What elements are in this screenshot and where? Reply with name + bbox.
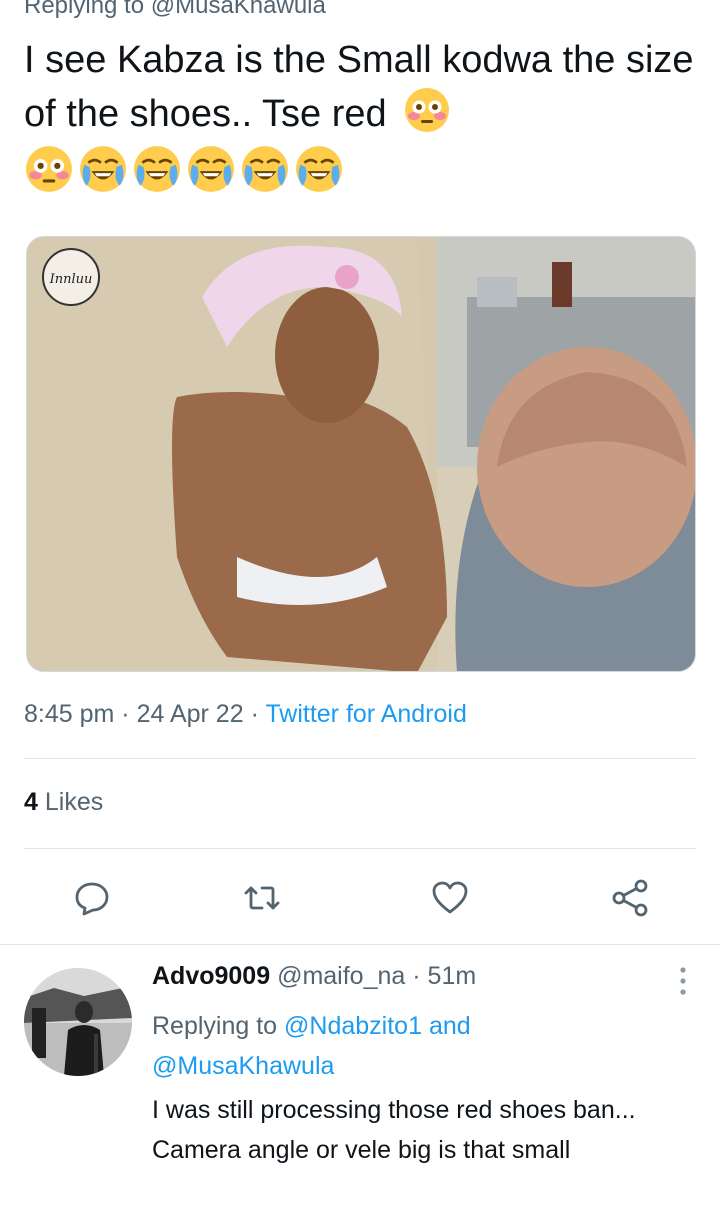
share-icon[interactable] — [610, 878, 650, 918]
likes-count[interactable]: 4 Likes — [24, 788, 103, 817]
loudly-crying-face-icon — [134, 146, 180, 192]
photo-illustration: Innluu — [27, 237, 695, 671]
divider — [24, 758, 696, 759]
reply-header: Advo9009 @maifo_na · 51m — [152, 962, 476, 991]
meta-separator: · — [121, 700, 130, 728]
replying-to-handle[interactable]: @MusaKhawula — [151, 0, 326, 19]
avatar-photo — [24, 968, 132, 1076]
tweet-meta: 8:45 pm · 24 Apr 22 · Twitter for Androi… — [24, 700, 467, 729]
tweet-time[interactable]: 8:45 pm — [24, 700, 114, 728]
flushed-face-icon — [26, 146, 72, 192]
tweet-text-body: I see Kabza is the Small kodwa the size … — [24, 39, 694, 135]
reply-time[interactable]: 51m — [428, 962, 477, 990]
reply-mention-2[interactable]: @MusaKhawula — [152, 1052, 334, 1080]
replying-to-prefix: Replying to — [24, 0, 151, 19]
action-bar — [0, 870, 720, 924]
tweet-text: I see Kabza is the Small kodwa the size … — [24, 34, 696, 140]
loudly-crying-face-icon — [296, 146, 342, 192]
tweet-media-photo[interactable]: Innluu — [26, 236, 696, 672]
reply-replying-prefix: Replying to — [152, 1012, 278, 1040]
divider — [0, 944, 720, 945]
reply-replying-to: Replying to @Ndabzito1 and @MusaKhawula — [152, 1006, 672, 1086]
emoji-row — [24, 144, 344, 194]
likes-number: 4 — [24, 788, 38, 816]
retweet-icon[interactable] — [242, 878, 282, 918]
media-watermark: Innluu — [49, 272, 93, 287]
reply-mention-1[interactable]: @Ndabzito1 — [284, 1012, 422, 1040]
loudly-crying-face-icon — [242, 146, 288, 192]
meta-separator: · — [250, 700, 259, 728]
divider — [24, 848, 696, 849]
loudly-crying-face-icon — [188, 146, 234, 192]
reply-icon[interactable] — [72, 878, 112, 918]
avatar[interactable] — [24, 968, 132, 1076]
tweet-date[interactable]: 24 Apr 22 — [137, 700, 244, 728]
reply-text: I was still processing those red shoes b… — [152, 1096, 636, 1164]
tweet-source[interactable]: Twitter for Android — [265, 700, 466, 728]
reply-mention-and: and — [428, 1012, 471, 1040]
replying-to-line: Replying to @MusaKhawula — [24, 0, 326, 20]
reply-author-name[interactable]: Advo9009 — [152, 962, 270, 990]
reply-separator: · — [412, 962, 421, 990]
reply-author-handle[interactable]: @maifo_na — [277, 962, 405, 990]
more-options-icon[interactable] — [678, 966, 688, 996]
likes-label: Likes — [44, 788, 104, 816]
heart-icon[interactable] — [430, 878, 470, 918]
flushed-face-icon — [405, 88, 450, 132]
loudly-crying-face-icon — [80, 146, 126, 192]
